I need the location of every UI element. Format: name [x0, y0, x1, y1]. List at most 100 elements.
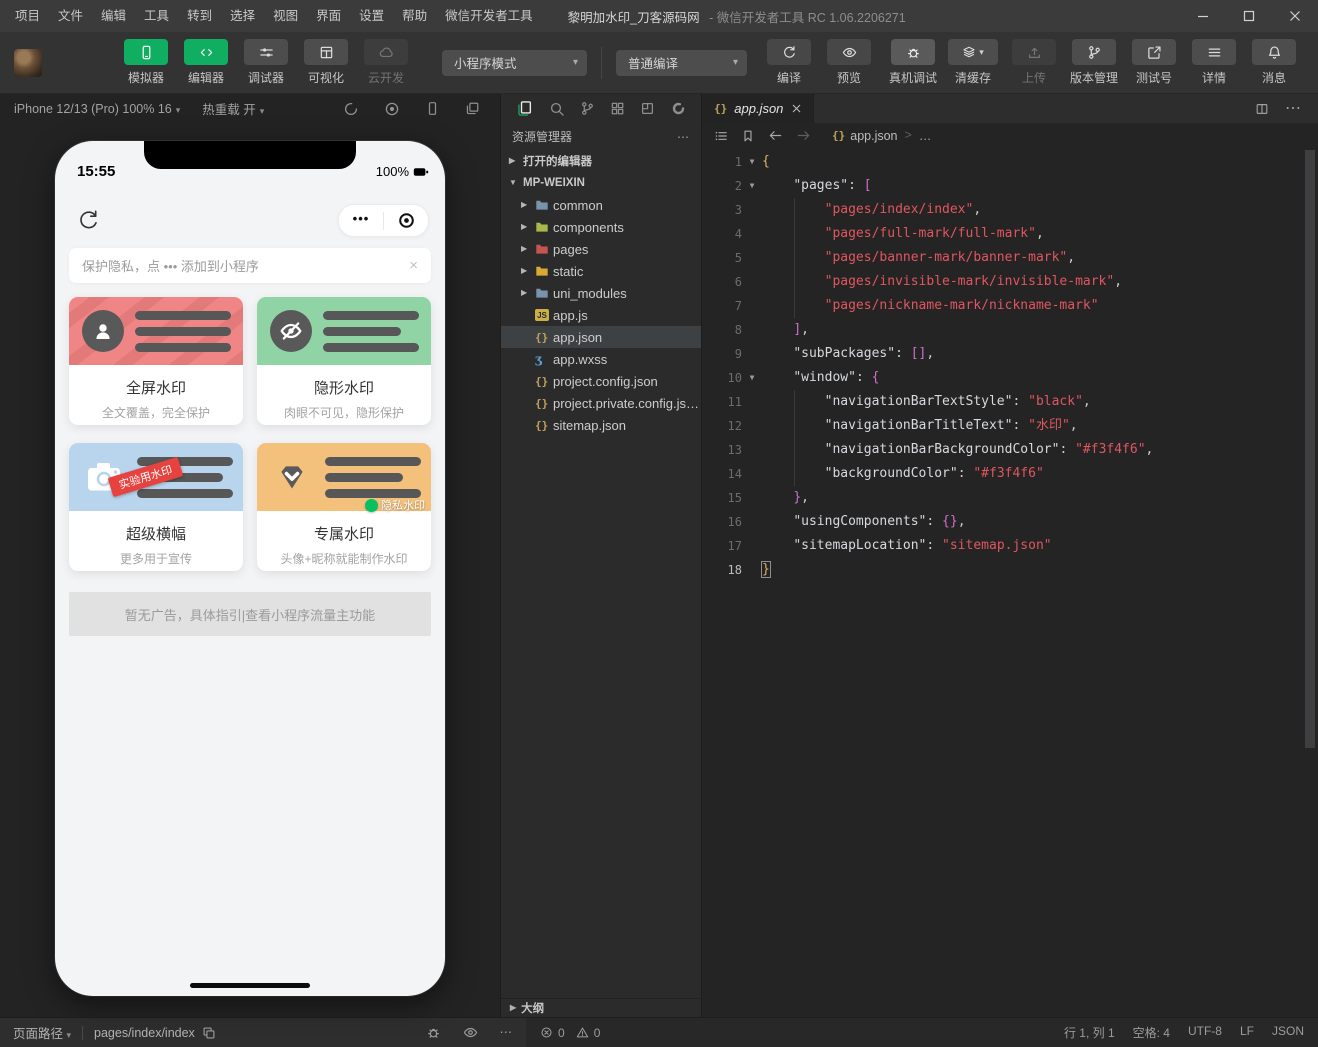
close-button[interactable]	[1272, 0, 1318, 32]
tree-item-app.wxss[interactable]: ʒ app.wxss	[501, 348, 701, 370]
donut-icon[interactable]	[671, 101, 686, 116]
fold-chevron-icon[interactable]: ▼	[742, 150, 762, 174]
forward-icon[interactable]	[796, 128, 811, 143]
compile-button[interactable]: 编译	[763, 39, 815, 86]
breadcrumb-file[interactable]: {} app.json	[832, 129, 898, 143]
minimize-button[interactable]	[1180, 0, 1226, 32]
tree-item-static[interactable]: ▶ static	[501, 260, 701, 282]
tree-item-MP-WEIXIN[interactable]: ▼ MP-WEIXIN	[501, 172, 701, 194]
device-select[interactable]: iPhone 12/13 (Pro) 100% 16 ▾	[14, 102, 180, 116]
editor-toggle-button[interactable]: 编辑器	[180, 39, 232, 86]
tree-item-project.config.json[interactable]: {} project.config.json	[501, 370, 701, 392]
fold-gutter	[742, 294, 762, 318]
preview-button[interactable]: 预览	[823, 39, 875, 86]
breadcrumb-more[interactable]: …	[919, 129, 932, 143]
statusbar-item-0[interactable]: 行 1, 列 1	[1064, 1024, 1115, 1041]
close-icon[interactable]: ×	[409, 258, 418, 273]
split-editor-icon[interactable]	[1255, 102, 1269, 116]
page-reload-icon[interactable]	[77, 209, 100, 232]
debugger-toggle-button[interactable]: 调试器	[240, 39, 292, 86]
menu-item-8[interactable]: 设置	[350, 0, 393, 32]
statusbar-item-3[interactable]: LF	[1240, 1024, 1254, 1041]
fold-chevron-icon[interactable]: ▼	[742, 366, 762, 390]
npm-box-icon[interactable]	[640, 101, 655, 116]
device-debug-button[interactable]: 真机调试	[887, 39, 939, 86]
menu-item-1[interactable]: 文件	[49, 0, 92, 32]
visualizer-toggle-button[interactable]: 可视化	[300, 39, 352, 86]
placeholder-bars	[323, 310, 419, 352]
exit-target-icon[interactable]	[384, 211, 428, 230]
code-line-text: "window": {	[793, 370, 880, 385]
tree-item-pages[interactable]: ▶ pages	[501, 238, 701, 260]
hot-reload-toggle[interactable]: 热重载 开 ▾	[202, 99, 264, 118]
outline-list-icon[interactable]	[714, 129, 728, 143]
tab-app-json[interactable]: {} app.json	[702, 94, 815, 123]
eye-icon[interactable]	[463, 1025, 478, 1040]
menu-item-0[interactable]: 项目	[6, 0, 49, 32]
maximize-button[interactable]	[1226, 0, 1272, 32]
divider	[82, 1025, 84, 1040]
fold-chevron-icon[interactable]: ▼	[742, 174, 762, 198]
statusbar-item-2[interactable]: UTF-8	[1188, 1024, 1222, 1041]
more-actions-icon[interactable]: ⋯	[1285, 100, 1302, 117]
tree-item-label: 打开的编辑器	[523, 156, 592, 168]
simulator-toggle-button[interactable]: 模拟器	[120, 39, 172, 86]
tree-item-common[interactable]: ▶ common	[501, 194, 701, 216]
tree-item-[interactable]: ▶ 打开的编辑器	[501, 150, 701, 172]
more-actions-icon[interactable]: ⋯	[677, 131, 690, 143]
page-path-select[interactable]: 页面路径 ▾	[13, 1023, 71, 1042]
details-button[interactable]: 详情	[1188, 39, 1240, 86]
code-line: 11 "navigationBarTextStyle": "black",	[702, 390, 1318, 414]
version-manage-button[interactable]: 版本管理	[1068, 39, 1120, 86]
menu-dots-icon[interactable]: •••	[339, 212, 383, 229]
user-avatar[interactable]	[14, 48, 42, 77]
error-icon	[540, 1026, 553, 1039]
feature-card-1[interactable]: 隐形水印 肉眼不可见，隐形保护	[257, 297, 431, 425]
extensions-icon[interactable]	[610, 101, 625, 116]
feature-card-2[interactable]: 实验用水印 超级横幅 更多用于宣传	[69, 443, 243, 571]
menu-item-5[interactable]: 选择	[221, 0, 264, 32]
files-icon[interactable]	[516, 100, 533, 117]
menu-item-9[interactable]: 帮助	[393, 0, 436, 32]
search-icon[interactable]	[549, 101, 565, 117]
tree-item-uni_modules[interactable]: ▶ uni_modules	[501, 282, 701, 304]
tree-item-app.js[interactable]: JS app.js	[501, 304, 701, 326]
tree-item-sitemap.json[interactable]: {} sitemap.json	[501, 414, 701, 436]
close-icon[interactable]	[790, 102, 803, 115]
record-icon[interactable]	[384, 101, 400, 117]
copy-icon[interactable]	[202, 1026, 216, 1040]
menu-item-4[interactable]: 转到	[178, 0, 221, 32]
device-frame-icon[interactable]	[425, 101, 440, 116]
messages-button[interactable]: 消息	[1248, 39, 1300, 86]
bookmark-icon[interactable]	[741, 129, 755, 143]
menu-item-10[interactable]: 微信开发者工具	[436, 0, 542, 32]
detach-window-icon[interactable]	[465, 101, 480, 116]
git-branch-icon[interactable]	[580, 101, 595, 116]
tree-item-components[interactable]: ▶ components	[501, 216, 701, 238]
statusbar-item-4[interactable]: JSON	[1272, 1024, 1304, 1041]
chevron-right-icon: ▶	[521, 200, 528, 209]
network-status-icon[interactable]	[343, 101, 359, 117]
clear-cache-button[interactable]: ▾ 清缓存	[947, 39, 999, 86]
feature-card-0[interactable]: 全屏水印 全文覆盖，完全保护	[69, 297, 243, 425]
fold-gutter	[742, 438, 762, 462]
tree-item-app.json[interactable]: {} app.json	[501, 326, 701, 348]
back-icon[interactable]	[768, 128, 783, 143]
page-path-value: pages/index/index	[94, 1025, 195, 1040]
menu-item-3[interactable]: 工具	[135, 0, 178, 32]
menu-item-2[interactable]: 编辑	[92, 0, 135, 32]
more-actions-icon[interactable]: ⋯	[500, 1026, 514, 1039]
outline-section[interactable]: ▶ 大纲	[501, 998, 701, 1017]
compile-mode-select[interactable]: 普通编译 ▾	[616, 49, 747, 76]
code-editor[interactable]: 1 ▼{2 ▼ "pages": [3 "pages/index/index", 4 …	[702, 148, 1318, 1017]
editor-scrollbar[interactable]	[1305, 150, 1315, 748]
vconsole-icon[interactable]	[426, 1025, 441, 1040]
statusbar-item-1[interactable]: 空格: 4	[1133, 1024, 1170, 1041]
feature-card-3[interactable]: 隐私水印 专属水印 头像+昵称就能制作水印	[257, 443, 431, 571]
menu-item-6[interactable]: 视图	[264, 0, 307, 32]
test-account-button[interactable]: 测试号	[1128, 39, 1180, 86]
mode-select[interactable]: 小程序模式 ▾	[442, 49, 587, 76]
menu-item-7[interactable]: 界面	[307, 0, 350, 32]
tree-item-project.private.config.js[interactable]: {} project.private.config.js…	[501, 392, 701, 414]
problems-indicator[interactable]: 0 0	[540, 1026, 606, 1040]
